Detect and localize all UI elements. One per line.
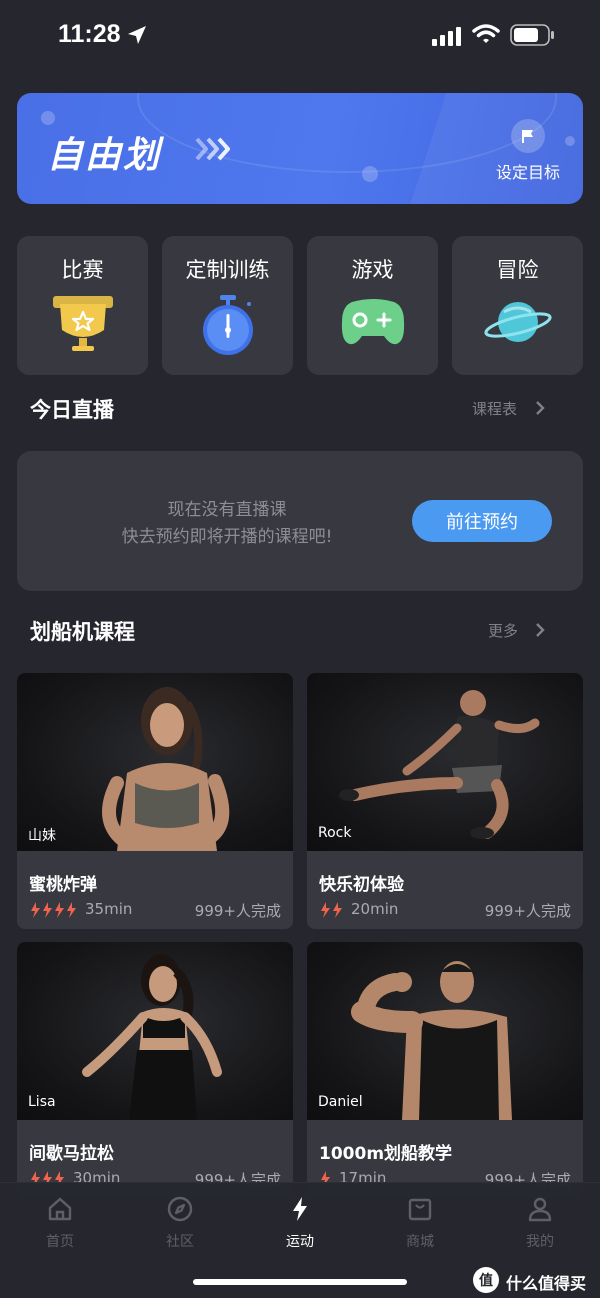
tab-label: 商城 [406,1234,434,1250]
shopping-bag-icon [408,1198,432,1221]
course-meta: 20min 999+人完成 [319,900,571,920]
tab-label: 我的 [526,1234,554,1250]
coach-silhouette [102,687,230,851]
chevron-right-icon[interactable] [535,400,545,416]
coach-photo [17,673,293,851]
category-label: 定制训练 [185,258,270,282]
live-empty-message: 现在没有直播课 快去预约即将开播的课程吧! [77,497,377,551]
status-bar: 11:28 [0,0,600,72]
course-duration: 20min [351,900,399,918]
course-duration: 35min [85,900,133,918]
home-indicator[interactable] [193,1279,407,1285]
category-label: 比赛 [61,258,104,282]
tab-home[interactable]: 首页 [20,1195,100,1251]
trophy-icon [52,296,113,351]
tab-store[interactable]: 商城 [380,1195,460,1251]
course-title: 间歇马拉松 [29,1144,114,1164]
watermark-text: 什么值得买 [506,1274,587,1293]
course-title: 1000m划船教学 [319,1144,453,1164]
cellular-signal-icon [432,27,461,46]
chevron-right-icon[interactable] [535,622,545,638]
book-class-button[interactable]: 前往预约 [412,500,552,542]
live-empty-card: 现在没有直播课 快去预约即将开播的课程吧! 前往预约 [17,451,583,591]
profile-icon [528,1197,552,1222]
category-adventure[interactable]: 冒险 [452,236,583,375]
courses-section-title: 划船机课程 [30,620,135,644]
set-goal-button[interactable]: 设定目标 [473,119,583,183]
live-empty-line: 快去预约即将开播的课程吧! [121,527,333,547]
category-label: 冒险 [496,258,539,282]
coach-silhouette [82,954,222,1120]
schedule-link[interactable]: 课程表 [472,398,517,419]
flag-icon [511,119,545,153]
chevrons-right-icon [195,137,230,161]
status-time: 11:28 [58,20,121,48]
category-games[interactable]: 游戏 [307,236,438,375]
set-goal-label: 设定目标 [495,163,560,182]
banner-dot [362,166,378,182]
course-card[interactable]: Rock 快乐初体验 20min 999+人完成 [307,673,583,929]
watermark-logo-char: 值 [479,1272,493,1289]
wifi-icon [472,24,500,43]
live-empty-line: 现在没有直播课 [167,500,287,520]
battery-icon [510,24,554,46]
coach-name: 山妹 [28,828,56,844]
location-arrow-icon [128,26,146,44]
tab-label: 首页 [46,1234,74,1250]
coach-photo [17,942,293,1120]
tab-exercise[interactable]: 运动 [260,1195,340,1251]
tab-label: 运动 [286,1234,314,1250]
course-card[interactable]: Daniel 1000m划船教学 17min 999+人完成 [307,942,583,1198]
compass-icon [167,1196,193,1222]
coach-name: Lisa [28,1094,56,1110]
stopwatch-icon [202,295,253,355]
tab-profile[interactable]: 我的 [500,1195,580,1251]
planet-icon [483,302,552,342]
more-courses-link[interactable]: 更多 [488,620,518,641]
intensity-bolts-icon [31,902,76,918]
category-label: 游戏 [351,258,394,282]
category-competition[interactable]: 比赛 [17,236,148,375]
banner-dot [41,111,55,125]
live-section-title: 今日直播 [30,398,114,422]
course-meta: 35min 999+人完成 [29,900,281,920]
banner-title: 自由划 [47,135,162,176]
watermark-logo-icon: 值 [473,1267,499,1293]
free-row-banner[interactable]: 自由划 设定目标 [17,93,583,204]
course-card[interactable]: 山妹 蜜桃炸弹 35min 999+人完成 [17,673,293,929]
tab-label: 社区 [166,1234,194,1250]
home-icon [48,1197,72,1221]
lightning-icon [293,1197,307,1221]
coach-name: Rock [318,825,352,841]
coach-name: Daniel [318,1094,363,1110]
course-completed-count: 999+人完成 [484,902,571,920]
course-title: 蜜桃炸弹 [29,875,97,895]
tab-community[interactable]: 社区 [140,1195,220,1251]
gamepad-icon [341,299,404,345]
course-completed-count: 999+人完成 [194,902,281,920]
category-custom-training[interactable]: 定制训练 [162,236,293,375]
course-card[interactable]: Lisa 间歇马拉松 30min 999+人完成 [17,942,293,1198]
course-title: 快乐初体验 [319,875,404,895]
intensity-bolts-icon [321,902,342,918]
